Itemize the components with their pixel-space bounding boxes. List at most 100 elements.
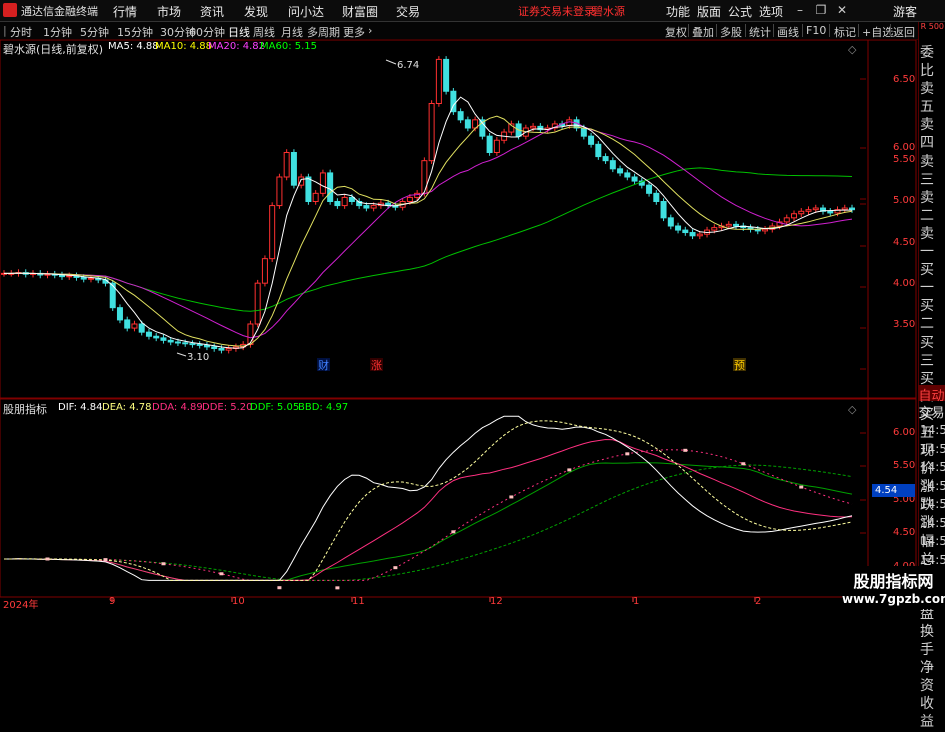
btn-back[interactable]: 返回 bbox=[893, 24, 915, 40]
ma5-label: MA5: 4.88 bbox=[108, 41, 159, 52]
candle bbox=[73, 272, 80, 281]
candle bbox=[464, 116, 471, 132]
btn-statistics[interactable]: 统计 bbox=[749, 24, 771, 40]
price-gridlines bbox=[860, 78, 866, 370]
toolbar-divider bbox=[858, 24, 859, 37]
candle bbox=[145, 328, 152, 340]
date-label: 12 bbox=[490, 596, 503, 607]
login-notice[interactable]: 证券交易未登录 bbox=[518, 3, 595, 19]
candle bbox=[791, 210, 798, 222]
bbd-line bbox=[4, 464, 853, 581]
site-watermark: 股朋指标网 www.7gpzb.com bbox=[842, 566, 945, 609]
btn-mark[interactable]: 标记 bbox=[834, 24, 856, 40]
ma60-label: MA60: 5.15 bbox=[260, 41, 318, 52]
tab-multi-period[interactable]: 多周期 bbox=[307, 24, 340, 40]
btn-f10[interactable]: F10 bbox=[806, 24, 826, 37]
tick-time: 14:56 bbox=[920, 460, 945, 474]
sidebar-trade-tab[interactable]: 交易 bbox=[918, 402, 945, 421]
diamond-icon[interactable]: ◇ bbox=[848, 403, 857, 416]
candle bbox=[486, 132, 493, 156]
sidebar-badge[interactable]: R 500 bbox=[920, 22, 944, 31]
dde-marker bbox=[393, 566, 398, 570]
indicator-tick: 6.00 bbox=[893, 427, 916, 438]
tick-time: 14:56 bbox=[920, 534, 945, 548]
tab-1min[interactable]: 1分钟 bbox=[43, 24, 72, 40]
candle bbox=[609, 157, 616, 173]
tab-60min[interactable]: 60分钟 bbox=[189, 24, 225, 40]
tab-5min[interactable]: 5分钟 bbox=[80, 24, 109, 40]
tab-15min[interactable]: 15分钟 bbox=[117, 24, 153, 40]
menu-bar: 通达信金融终端 行情 市场 资讯 发现 问小达 财富圈 交易 证券交易未登录 碧… bbox=[0, 0, 945, 22]
menu-market[interactable]: 市场 bbox=[157, 3, 181, 20]
restore-icon[interactable]: ❐ bbox=[813, 2, 829, 18]
ma20-label: MA20: 4.82 bbox=[208, 41, 266, 52]
candle bbox=[153, 332, 160, 342]
tab-weekly[interactable]: 周线 bbox=[253, 24, 275, 40]
candle bbox=[646, 181, 653, 197]
indicator-gridlines bbox=[860, 432, 866, 568]
toolbar-divider bbox=[829, 24, 830, 37]
tab-monthly[interactable]: 月线 bbox=[281, 24, 303, 40]
candle bbox=[820, 204, 827, 215]
tick-time: 14:56 bbox=[920, 497, 945, 511]
menu-function[interactable]: 功能 bbox=[666, 3, 690, 20]
candle bbox=[435, 56, 442, 107]
candle bbox=[203, 341, 210, 351]
low-price-pointer bbox=[176, 352, 187, 357]
menu-ask[interactable]: 问小达 bbox=[288, 3, 324, 20]
candle bbox=[617, 165, 624, 177]
high-price-pointer bbox=[385, 59, 397, 65]
indicator-title[interactable]: 股朋指标 bbox=[3, 401, 47, 417]
candle bbox=[283, 149, 290, 181]
period-toolbar: | 分时 1分钟 5分钟 15分钟 30分钟 60分钟 日线 周线 月线 多周期… bbox=[0, 22, 945, 40]
dde-marker bbox=[799, 485, 804, 489]
candle bbox=[334, 198, 341, 209]
menu-quotes[interactable]: 行情 bbox=[113, 3, 137, 20]
app-logo-icon bbox=[3, 3, 17, 17]
menu-discover[interactable]: 发现 bbox=[244, 3, 268, 20]
low-price-label: 3.10 bbox=[187, 352, 209, 363]
quote-field-8: 买三 bbox=[920, 334, 934, 369]
dde-marker bbox=[219, 572, 224, 576]
menu-options[interactable]: 选项 bbox=[759, 3, 783, 20]
tab-daily[interactable]: 日线 bbox=[228, 24, 250, 40]
menu-formula[interactable]: 公式 bbox=[728, 3, 752, 20]
tick-time-list: 14:5614:5614:5614:5614:5614:5614:5614:56 bbox=[920, 421, 945, 569]
dif-line bbox=[4, 415, 853, 581]
sidebar-auto-tab[interactable]: 自动 bbox=[918, 385, 945, 404]
close-icon[interactable]: ✕ bbox=[834, 2, 850, 18]
price-tick: 6.50 bbox=[893, 74, 916, 85]
btn-add-favorite[interactable]: +自选 bbox=[862, 24, 893, 40]
tab-timeshare[interactable]: 分时 bbox=[10, 24, 32, 40]
guest-label[interactable]: 游客 bbox=[893, 3, 917, 20]
menu-trade[interactable]: 交易 bbox=[396, 3, 420, 20]
btn-overlay[interactable]: 叠加 bbox=[692, 24, 714, 40]
menu-news[interactable]: 资讯 bbox=[200, 3, 224, 20]
candle bbox=[682, 226, 689, 236]
tick-time: 14:56 bbox=[920, 441, 945, 456]
minimize-icon[interactable]: – bbox=[792, 2, 808, 18]
candle bbox=[798, 208, 805, 218]
candle bbox=[189, 340, 196, 348]
chart-canvas[interactable]: 6.74 3.10 财 涨 预 ◇ ◇ bbox=[0, 40, 918, 609]
candle bbox=[537, 123, 544, 133]
price-tick: 5.00 bbox=[893, 195, 916, 206]
quote-field-7: 买二 bbox=[920, 298, 934, 333]
menu-layout[interactable]: 版面 bbox=[697, 3, 721, 20]
stock-name-notice: 碧水源 bbox=[592, 5, 625, 18]
indicator-pane-frame bbox=[0, 398, 917, 598]
dde-marker bbox=[45, 557, 50, 561]
btn-multi-stock[interactable]: 多股 bbox=[720, 24, 742, 40]
dea-label: DEA: 4.78 bbox=[102, 402, 152, 413]
btn-adjust[interactable]: 复权 bbox=[665, 24, 687, 40]
candle bbox=[479, 116, 486, 140]
candle bbox=[660, 198, 667, 222]
more-chevron-icon[interactable]: › bbox=[368, 24, 372, 37]
btn-draw-line[interactable]: 画线 bbox=[777, 24, 799, 40]
candle bbox=[298, 173, 305, 189]
menu-wealth-circle[interactable]: 财富圈 bbox=[342, 3, 378, 20]
tab-more[interactable]: 更多 bbox=[343, 24, 365, 40]
diamond-icon[interactable]: ◇ bbox=[848, 43, 857, 56]
dde-marker bbox=[103, 558, 108, 562]
toolbar-divider bbox=[688, 24, 689, 37]
